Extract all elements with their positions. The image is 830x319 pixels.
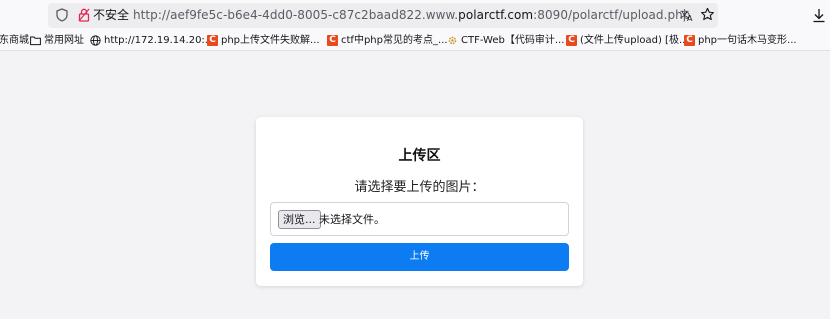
bookmark-label: http://172.19.14.20:... [104, 35, 215, 46]
browser-toolbar: 不安全 http://aef9fe5c-b6e4-4dd0-8005-c87c2… [0, 0, 830, 31]
upload-card: 上传区 请选择要上传的图片： 浏览... 未选择文件。 上传 [256, 117, 583, 286]
csdn-icon: C [684, 35, 695, 46]
download-icon[interactable] [812, 8, 826, 23]
url-text[interactable]: http://aef9fe5c-b6e4-4dd0-8005-c87c2baad… [133, 7, 690, 23]
upload-button[interactable]: 上传 [270, 243, 569, 271]
upload-title: 上传区 [398, 148, 441, 164]
bookmark-item[interactable]: 东商城 [0, 34, 29, 48]
csdn-icon: C [327, 35, 338, 46]
security-label[interactable]: 不安全 [93, 7, 129, 23]
globe-icon [90, 35, 101, 46]
csdn-icon: C [207, 35, 218, 46]
bookmarks-bar: 东商城 常用网址 http://172.19.14.20:... Cphp上传文… [0, 31, 830, 51]
url-host: polarctf.com [458, 8, 534, 22]
folder-icon [30, 36, 41, 46]
bookmark-label: ctf中php常见的考点_... [341, 35, 448, 46]
insecure-lock-icon[interactable] [78, 8, 90, 22]
gear-icon [448, 36, 457, 45]
file-input[interactable]: 浏览... 未选择文件。 [270, 202, 569, 236]
no-file-text: 未选择文件。 [319, 213, 385, 226]
bookmark-label: (文件上传upload) [极... [580, 35, 689, 46]
translate-icon[interactable]: 文 A [680, 8, 694, 22]
bookmark-star-icon[interactable] [700, 7, 715, 22]
bookmark-item[interactable]: http://172.19.14.20:... [90, 34, 214, 48]
url-suffix: :8090/polarctf/upload.php [533, 8, 691, 22]
svg-text:A: A [687, 14, 693, 22]
bookmark-label: 东商城 [0, 35, 29, 46]
upload-prompt: 请选择要上传的图片： [354, 180, 485, 195]
bookmark-item[interactable]: Cctf中php常见的考点_... [327, 34, 448, 48]
url-prefix: http://aef9fe5c-b6e4-4dd0-8005-c87c2baad… [133, 8, 459, 22]
bookmark-item[interactable]: Cphp上传文件失败解... [207, 34, 320, 48]
bookmark-label: 常用网址 [44, 35, 84, 46]
bookmark-item[interactable]: CTF-Web【代码审计... [447, 34, 564, 48]
bookmark-label: php上传文件失败解... [221, 35, 320, 46]
bookmark-label: php一句话木马变形... [698, 35, 797, 46]
browse-button[interactable]: 浏览... [278, 210, 321, 229]
tracking-shield-icon[interactable] [56, 8, 68, 22]
csdn-icon: C [566, 35, 577, 46]
bookmark-label: CTF-Web【代码审计... [461, 35, 565, 46]
bookmark-item[interactable]: C (文件上传upload) [极... [566, 34, 688, 48]
bookmark-folder[interactable]: 常用网址 [30, 34, 84, 48]
bookmark-item[interactable]: Cphp一句话木马变形... [684, 34, 797, 48]
